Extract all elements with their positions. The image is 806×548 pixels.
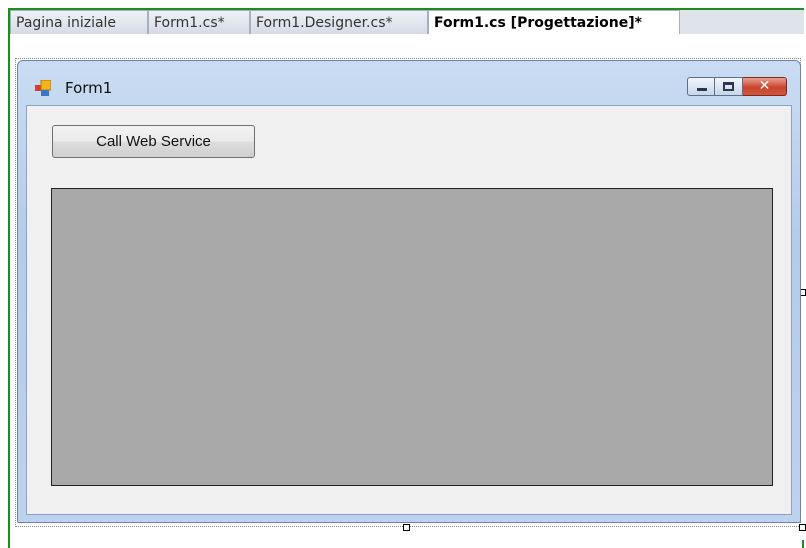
tab-form1-designer-cs[interactable]: Form1.Designer.cs* — [250, 10, 428, 34]
close-button[interactable]: ✕ — [743, 77, 787, 96]
caption-buttons: ✕ — [687, 77, 787, 99]
form-window[interactable]: Form1 ✕ Call Web Service — [17, 60, 801, 523]
title-bar[interactable]: Form1 ✕ — [18, 61, 800, 105]
tab-label: Form1.cs [Progettazione]* — [434, 15, 642, 31]
maximize-button[interactable] — [715, 77, 743, 96]
call-web-service-button[interactable]: Call Web Service — [52, 125, 255, 158]
close-icon: ✕ — [758, 78, 771, 94]
minimize-icon — [697, 88, 707, 91]
minimize-button[interactable] — [687, 77, 715, 96]
tab-pagina-iniziale[interactable]: Pagina iniziale — [10, 10, 148, 34]
form-app-icon — [35, 80, 51, 96]
tab-form1-cs-progettazione[interactable]: Form1.cs [Progettazione]* — [428, 10, 680, 34]
tab-label: Form1.cs* — [154, 15, 225, 31]
maximize-icon — [723, 82, 734, 91]
tab-form1-cs[interactable]: Form1.cs* — [148, 10, 250, 34]
document-tab-strip: Pagina iniziale Form1.cs* Form1.Designer… — [10, 10, 804, 35]
tab-label: Pagina iniziale — [16, 15, 117, 31]
form-client-area[interactable]: Call Web Service — [26, 105, 792, 515]
resize-handle-bottom-right[interactable] — [799, 524, 806, 531]
resize-handle-bottom[interactable] — [403, 524, 410, 531]
tab-label: Form1.Designer.cs* — [256, 15, 393, 31]
window-title: Form1 — [65, 79, 113, 97]
gray-panel[interactable] — [51, 188, 773, 486]
